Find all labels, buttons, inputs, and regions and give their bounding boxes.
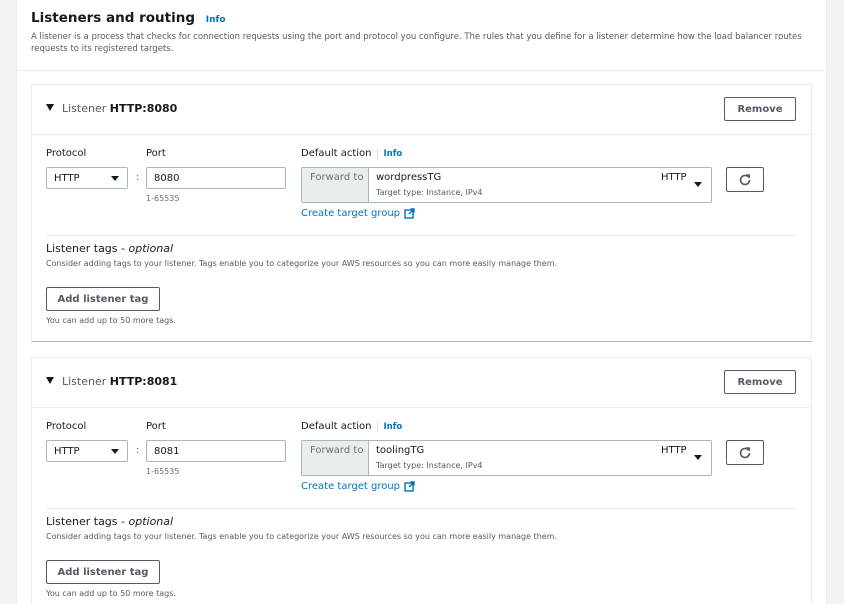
listener-tags-description: Consider adding tags to your listener. T… [46,259,558,268]
divider [46,235,797,236]
listener-title[interactable]: Listener HTTP:8080 [62,102,177,115]
forward-to-label: Forward to [302,441,369,475]
listener-tags-title: Listener tags - optional [46,242,174,255]
target-group-name: wordpressTG [376,172,442,183]
listener-header: Listener HTTP:8081 Remove [32,358,811,408]
refresh-icon [739,446,751,458]
chevron-down-icon [111,449,119,454]
default-action-info-link[interactable]: Info [376,149,403,159]
port-label: Port [146,421,166,432]
section-title: Listeners and routing Info [31,10,226,26]
refresh-button[interactable] [726,440,764,465]
add-listener-tag-button[interactable]: Add listener tag [46,560,160,584]
add-listener-tag-button[interactable]: Add listener tag [46,287,160,311]
port-input[interactable]: 8081 [146,440,286,462]
section-description: A listener is a process that checks for … [31,32,802,54]
port-hint: 1-65535 [146,194,180,203]
default-action-label: Default action Info [301,421,403,432]
external-link-icon [404,208,415,219]
listener-card: Listener HTTP:8080 Remove Protocol Port … [31,84,812,342]
caret-down-icon[interactable] [46,377,54,384]
chevron-down-icon [694,455,702,460]
protocol-select[interactable]: HTTP [46,167,128,189]
target-type: Target type: Instance, IPv4 [376,461,483,470]
caret-down-icon[interactable] [46,104,54,111]
port-hint: 1-65535 [146,467,180,476]
remove-button[interactable]: Remove [724,97,796,121]
port-label: Port [146,148,166,159]
protocol-label: Protocol [46,421,87,432]
tags-limit-text: You can add up to 50 more tags. [46,589,176,598]
listener-card: Listener HTTP:8081 Remove Protocol Port … [31,357,812,604]
protocol-label: Protocol [46,148,87,159]
protocol-port-separator: : [136,445,140,456]
target-protocol: HTTP [661,445,687,456]
chevron-down-icon [694,182,702,187]
listener-tags-title: Listener tags - optional [46,515,174,528]
chevron-down-icon [111,176,119,181]
default-action-select[interactable]: Forward to toolingTG Target type: Instan… [301,440,712,476]
tags-limit-text: You can add up to 50 more tags. [46,316,176,325]
target-protocol: HTTP [661,172,687,183]
default-action-label: Default action Info [301,148,403,159]
listener-header: Listener HTTP:8080 Remove [32,85,811,135]
create-target-group-link[interactable]: Create target group [301,481,415,492]
default-action-info-link[interactable]: Info [376,422,403,432]
default-action-select[interactable]: Forward to wordpressTG Target type: Inst… [301,167,712,203]
target-group-name: toolingTG [376,445,425,456]
refresh-icon [739,173,751,185]
refresh-button[interactable] [726,167,764,192]
listener-tags-description: Consider adding tags to your listener. T… [46,532,558,541]
create-target-group-link[interactable]: Create target group [301,208,415,219]
target-type: Target type: Instance, IPv4 [376,188,483,197]
remove-button[interactable]: Remove [724,370,796,394]
section-info-link[interactable]: Info [206,15,226,25]
forward-to-label: Forward to [302,168,369,202]
section-header: Listeners and routing Info A listener is… [16,0,827,71]
port-input[interactable]: 8080 [146,167,286,189]
listener-title[interactable]: Listener HTTP:8081 [62,375,177,388]
external-link-icon [404,481,415,492]
protocol-port-separator: : [136,172,140,183]
protocol-select[interactable]: HTTP [46,440,128,462]
divider [46,508,797,509]
